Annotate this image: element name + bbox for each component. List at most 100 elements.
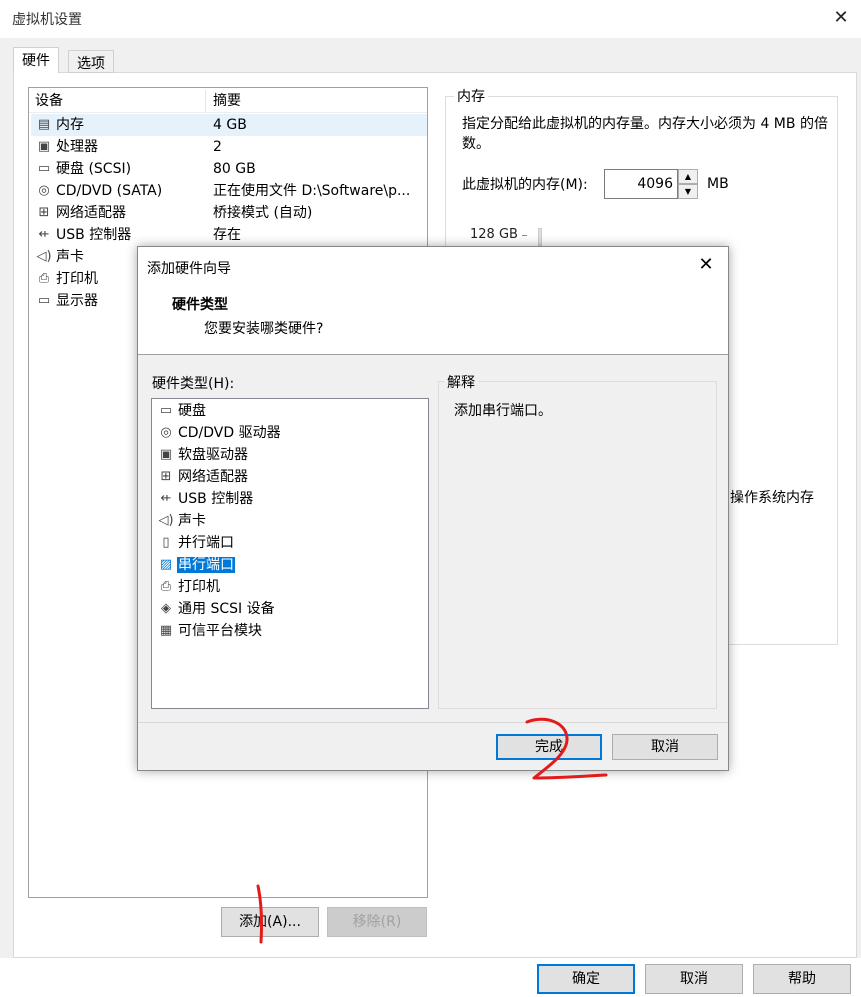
hw-item-tpm[interactable]: ▦ 可信平台模块 <box>156 620 263 642</box>
hard-disk-icon: ▭ <box>159 403 173 418</box>
memory-scale-max: 128 GB <box>470 227 518 242</box>
hw-item-label: 串行端口 <box>177 557 235 573</box>
device-summary: 4 GB <box>213 117 247 133</box>
hw-item-scsi[interactable]: ◈ 通用 SCSI 设备 <box>156 598 276 620</box>
cd-dvd-icon: ◎ <box>160 425 172 440</box>
hw-item-label: 硬盘 <box>178 403 206 419</box>
help-button[interactable]: 帮助 <box>753 964 851 994</box>
hw-item-label: 软盘驱动器 <box>178 447 248 463</box>
spin-up-button[interactable]: ▲ <box>678 169 698 184</box>
dialog-subheading: 您要安装哪类硬件? <box>204 321 324 337</box>
header-divider <box>29 112 427 113</box>
memory-unit: MB <box>707 176 729 192</box>
memory-description: 指定分配给此虚拟机的内存量。内存大小必须为 4 MB 的倍数。 <box>462 116 828 152</box>
hardware-type-label: 硬件类型(H): <box>152 376 235 392</box>
tpm-icon: ▦ <box>159 623 173 638</box>
device-row-memory[interactable]: ▤ 内存 4 GB <box>31 114 427 136</box>
display-icon: ▭ <box>37 293 51 308</box>
cancel-button[interactable]: 取消 <box>645 964 743 994</box>
hw-item-label: 通用 SCSI 设备 <box>178 601 275 617</box>
serial-port-icon: ▨ <box>159 557 173 572</box>
device-name: 内存 <box>56 117 84 133</box>
hw-item-floppy[interactable]: ▣ 软盘驱动器 <box>156 444 249 466</box>
hw-item-hard-disk[interactable]: ▭ 硬盘 <box>156 400 207 422</box>
memory-note: 操作系统内存 <box>730 490 814 506</box>
hw-item-label: 并行端口 <box>178 535 234 551</box>
spin-down-button[interactable]: ▼ <box>678 184 698 199</box>
device-row-usb[interactable]: ⇷ USB 控制器 存在 <box>31 224 427 246</box>
device-summary: 2 <box>213 139 222 155</box>
dialog-header: 添加硬件向导 ✕ 硬件类型 您要安装哪类硬件? <box>138 247 728 355</box>
dialog-heading: 硬件类型 <box>172 297 228 313</box>
dialog-divider <box>138 722 728 723</box>
memory-group-label: 内存 <box>454 86 488 106</box>
close-icon[interactable]: ✕ <box>830 7 852 29</box>
column-header-device[interactable]: 设备 <box>35 90 63 112</box>
memory-slider[interactable] <box>538 228 542 246</box>
tab-hardware[interactable]: 硬件 <box>13 47 59 73</box>
device-summary: 正在使用文件 D:\Software\p... <box>213 183 411 199</box>
hw-item-label: 网络适配器 <box>178 469 248 485</box>
device-row-network[interactable]: ⊞ 网络适配器 桥接模式 (自动) <box>31 202 427 224</box>
scale-tick <box>522 235 527 236</box>
hw-item-label: 打印机 <box>178 579 220 595</box>
hw-item-serial[interactable]: ▨ 串行端口 <box>156 554 235 576</box>
hw-item-usb[interactable]: ⇷ USB 控制器 <box>156 488 254 510</box>
column-header-summary[interactable]: 摘要 <box>213 90 241 112</box>
device-summary: 桥接模式 (自动) <box>213 205 313 221</box>
usb-icon: ⇷ <box>38 227 50 242</box>
device-name: 打印机 <box>56 271 98 287</box>
device-name: 硬盘 (SCSI) <box>56 161 132 177</box>
memory-field-label: 此虚拟机的内存(M): <box>462 177 588 193</box>
scsi-device-icon: ◈ <box>161 601 171 616</box>
tab-options[interactable]: 选项 <box>68 50 114 73</box>
finish-button[interactable]: 完成 <box>496 734 602 760</box>
device-name: USB 控制器 <box>56 227 132 243</box>
network-adapter-icon: ⊞ <box>38 205 50 220</box>
sound-icon: ◁) <box>158 513 174 528</box>
cd-dvd-icon: ◎ <box>38 183 50 198</box>
network-adapter-icon: ⊞ <box>160 469 172 484</box>
add-hardware-dialog: 添加硬件向导 ✕ 硬件类型 您要安装哪类硬件? 硬件类型(H): ▭ 硬盘 ◎ CD… <box>137 246 729 771</box>
device-name: 网络适配器 <box>56 205 126 221</box>
device-summary: 80 GB <box>213 161 256 177</box>
ok-button[interactable]: 确定 <box>537 964 635 994</box>
hw-item-sound[interactable]: ◁) 声卡 <box>156 510 207 532</box>
device-summary: 存在 <box>213 227 241 243</box>
floppy-icon: ▣ <box>159 447 173 462</box>
explanation-group <box>438 381 717 709</box>
close-icon[interactable]: ✕ <box>695 254 717 276</box>
memory-icon: ▤ <box>37 117 51 132</box>
hw-item-label: 可信平台模块 <box>178 623 262 639</box>
hard-disk-icon: ▭ <box>37 161 51 176</box>
printer-icon: ⎙ <box>38 271 50 286</box>
hw-item-label: USB 控制器 <box>178 491 254 507</box>
processor-icon: ▣ <box>37 139 51 154</box>
hardware-type-list[interactable]: ▭ 硬盘 ◎ CD/DVD 驱动器 ▣ 软盘驱动器 ⊞ 网络适配器 ⇷ USB 控制器 ◁… <box>151 398 429 709</box>
device-name: 显示器 <box>56 293 98 309</box>
explanation-text: 添加串行端口。 <box>454 403 552 419</box>
column-divider[interactable] <box>205 90 206 112</box>
hw-item-cd-dvd[interactable]: ◎ CD/DVD 驱动器 <box>156 422 282 444</box>
explanation-label: 解释 <box>444 372 478 392</box>
add-button[interactable]: 添加(A)... <box>221 907 319 937</box>
printer-icon: ⎙ <box>160 579 172 594</box>
device-name: 处理器 <box>56 139 98 155</box>
hw-item-printer[interactable]: ⎙ 打印机 <box>156 576 221 598</box>
device-name: 声卡 <box>56 249 84 265</box>
dialog-title: 添加硬件向导 <box>147 261 231 277</box>
device-name: CD/DVD (SATA) <box>56 183 163 199</box>
usb-icon: ⇷ <box>160 491 172 506</box>
device-row-hard-disk[interactable]: ▭ 硬盘 (SCSI) 80 GB <box>31 158 427 180</box>
remove-button[interactable]: 移除(R) <box>327 907 427 937</box>
device-row-processor[interactable]: ▣ 处理器 2 <box>31 136 427 158</box>
sound-icon: ◁) <box>36 249 52 264</box>
hw-item-label: CD/DVD 驱动器 <box>178 425 281 441</box>
device-row-cd-dvd[interactable]: ◎ CD/DVD (SATA) 正在使用文件 D:\Software\p... <box>31 180 427 202</box>
memory-input[interactable]: 4096 <box>604 169 678 199</box>
hw-item-parallel[interactable]: ▯ 并行端口 <box>156 532 235 554</box>
parallel-port-icon: ▯ <box>162 535 170 550</box>
hw-item-network[interactable]: ⊞ 网络适配器 <box>156 466 249 488</box>
dialog-cancel-button[interactable]: 取消 <box>612 734 718 760</box>
hw-item-label: 声卡 <box>178 513 206 529</box>
